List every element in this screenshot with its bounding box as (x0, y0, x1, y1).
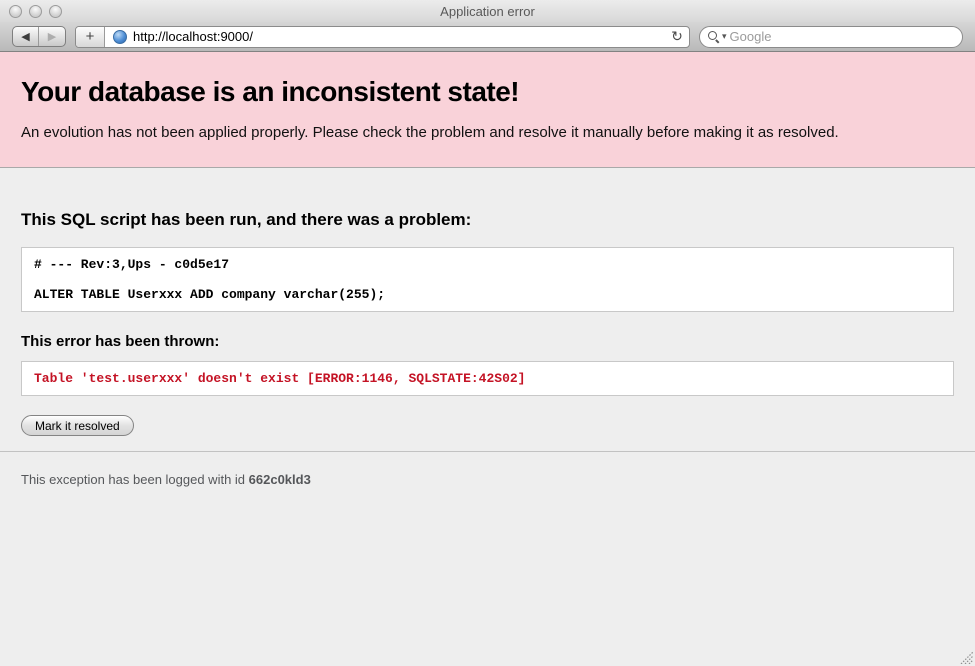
back-button[interactable]: ◀ (13, 27, 39, 46)
exception-id: 662c0kld3 (249, 472, 311, 487)
reload-icon: ↻ (671, 28, 683, 45)
address-bar-group: + ↻ (75, 26, 690, 48)
forward-button[interactable]: ▶ (39, 27, 65, 46)
search-input[interactable] (730, 29, 954, 44)
exception-logged-prefix: This exception has been logged with id (21, 472, 249, 487)
sql-script-code: # --- Rev:3,Ups - c0d5e17 ALTER TABLE Us… (21, 247, 954, 312)
exception-logged-note: This exception has been logged with id 6… (0, 452, 975, 507)
navigation-buttons: ◀ ▶ (12, 26, 66, 47)
window-title: Application error (0, 4, 975, 19)
error-message: Table 'test.userxxx' doesn't exist [ERRO… (21, 361, 954, 396)
browser-toolbar: ◀ ▶ + ↻ ▾ (0, 22, 975, 52)
sql-script-heading: This SQL script has been run, and there … (21, 210, 954, 230)
mark-resolved-button[interactable]: Mark it resolved (21, 415, 134, 436)
plus-icon: + (86, 28, 95, 45)
url-input[interactable] (133, 27, 665, 47)
search-engine-dropdown-icon[interactable]: ▾ (722, 31, 727, 42)
search-icon (708, 31, 719, 42)
error-thrown-heading: This error has been thrown: (21, 333, 954, 350)
main-content: This SQL script has been run, and there … (0, 168, 975, 436)
new-tab-button[interactable]: + (76, 27, 105, 47)
reload-button[interactable]: ↻ (665, 27, 689, 47)
forward-icon: ▶ (48, 30, 56, 43)
error-banner: Your database is an inconsistent state! … (0, 52, 975, 168)
titlebar[interactable]: Application error (0, 0, 975, 22)
back-icon: ◀ (21, 30, 29, 43)
browser-window: Application error ◀ ▶ + ↻ ▾ (0, 0, 975, 666)
resize-grip[interactable] (958, 649, 973, 664)
page-title: Your database is an inconsistent state! (21, 76, 954, 108)
search-field[interactable]: ▾ (699, 26, 963, 48)
favicon-globe-icon (113, 30, 127, 44)
banner-description: An evolution has not been applied proper… (21, 124, 954, 141)
